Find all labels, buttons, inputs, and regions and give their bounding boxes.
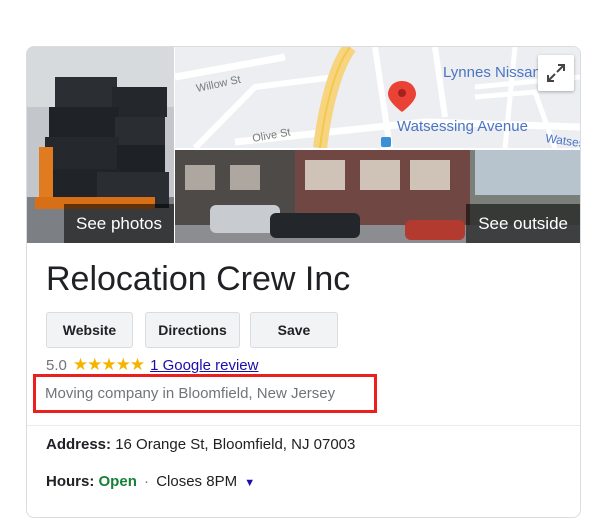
- map-label-watsessing-avenue: Watsessing Avenue: [397, 118, 528, 135]
- knowledge-panel-card: See photos Willow St Lynnes Nissan C Oli…: [26, 46, 581, 518]
- website-button[interactable]: Website: [46, 312, 133, 348]
- address-label: Address:: [46, 436, 112, 453]
- hours-separator: ·: [144, 473, 150, 490]
- hours-row: Hours: Open · Closes 8PM ▼: [46, 473, 255, 490]
- business-photo[interactable]: See photos: [27, 47, 174, 243]
- expand-icon: [547, 64, 565, 82]
- directions-button[interactable]: Directions: [145, 312, 240, 348]
- hours-close-time[interactable]: Closes 8PM: [156, 473, 237, 490]
- map-graphic: Willow St Lynnes Nissan C Olive St Watse…: [175, 47, 580, 148]
- street-view-photo[interactable]: See outside: [175, 150, 580, 243]
- map-thumbnail[interactable]: Willow St Lynnes Nissan C Olive St Watse…: [175, 47, 580, 148]
- hours-status: Open: [98, 473, 137, 490]
- business-category: Moving company in Bloomfield, New Jersey: [45, 385, 336, 402]
- divider: [27, 425, 580, 426]
- address-row: Address: 16 Orange St, Bloomfield, NJ 07…: [46, 436, 355, 453]
- business-name: Relocation Crew Inc: [46, 260, 351, 298]
- chevron-down-icon[interactable]: ▼: [244, 477, 255, 489]
- save-button[interactable]: Save: [250, 312, 338, 348]
- see-outside-button[interactable]: See outside: [466, 204, 580, 243]
- star-rating-icon: ★★★★★: [72, 355, 145, 374]
- expand-map-button[interactable]: [538, 55, 574, 91]
- address-value[interactable]: 16 Orange St, Bloomfield, NJ 07003: [115, 436, 355, 453]
- hours-label: Hours:: [46, 473, 95, 490]
- see-photos-button[interactable]: See photos: [64, 204, 174, 243]
- rating-value: 5.0: [46, 356, 67, 374]
- reviews-link[interactable]: 1 Google review: [150, 357, 258, 374]
- rating-row: 5.0 ★★★★★ 1 Google review: [46, 355, 258, 375]
